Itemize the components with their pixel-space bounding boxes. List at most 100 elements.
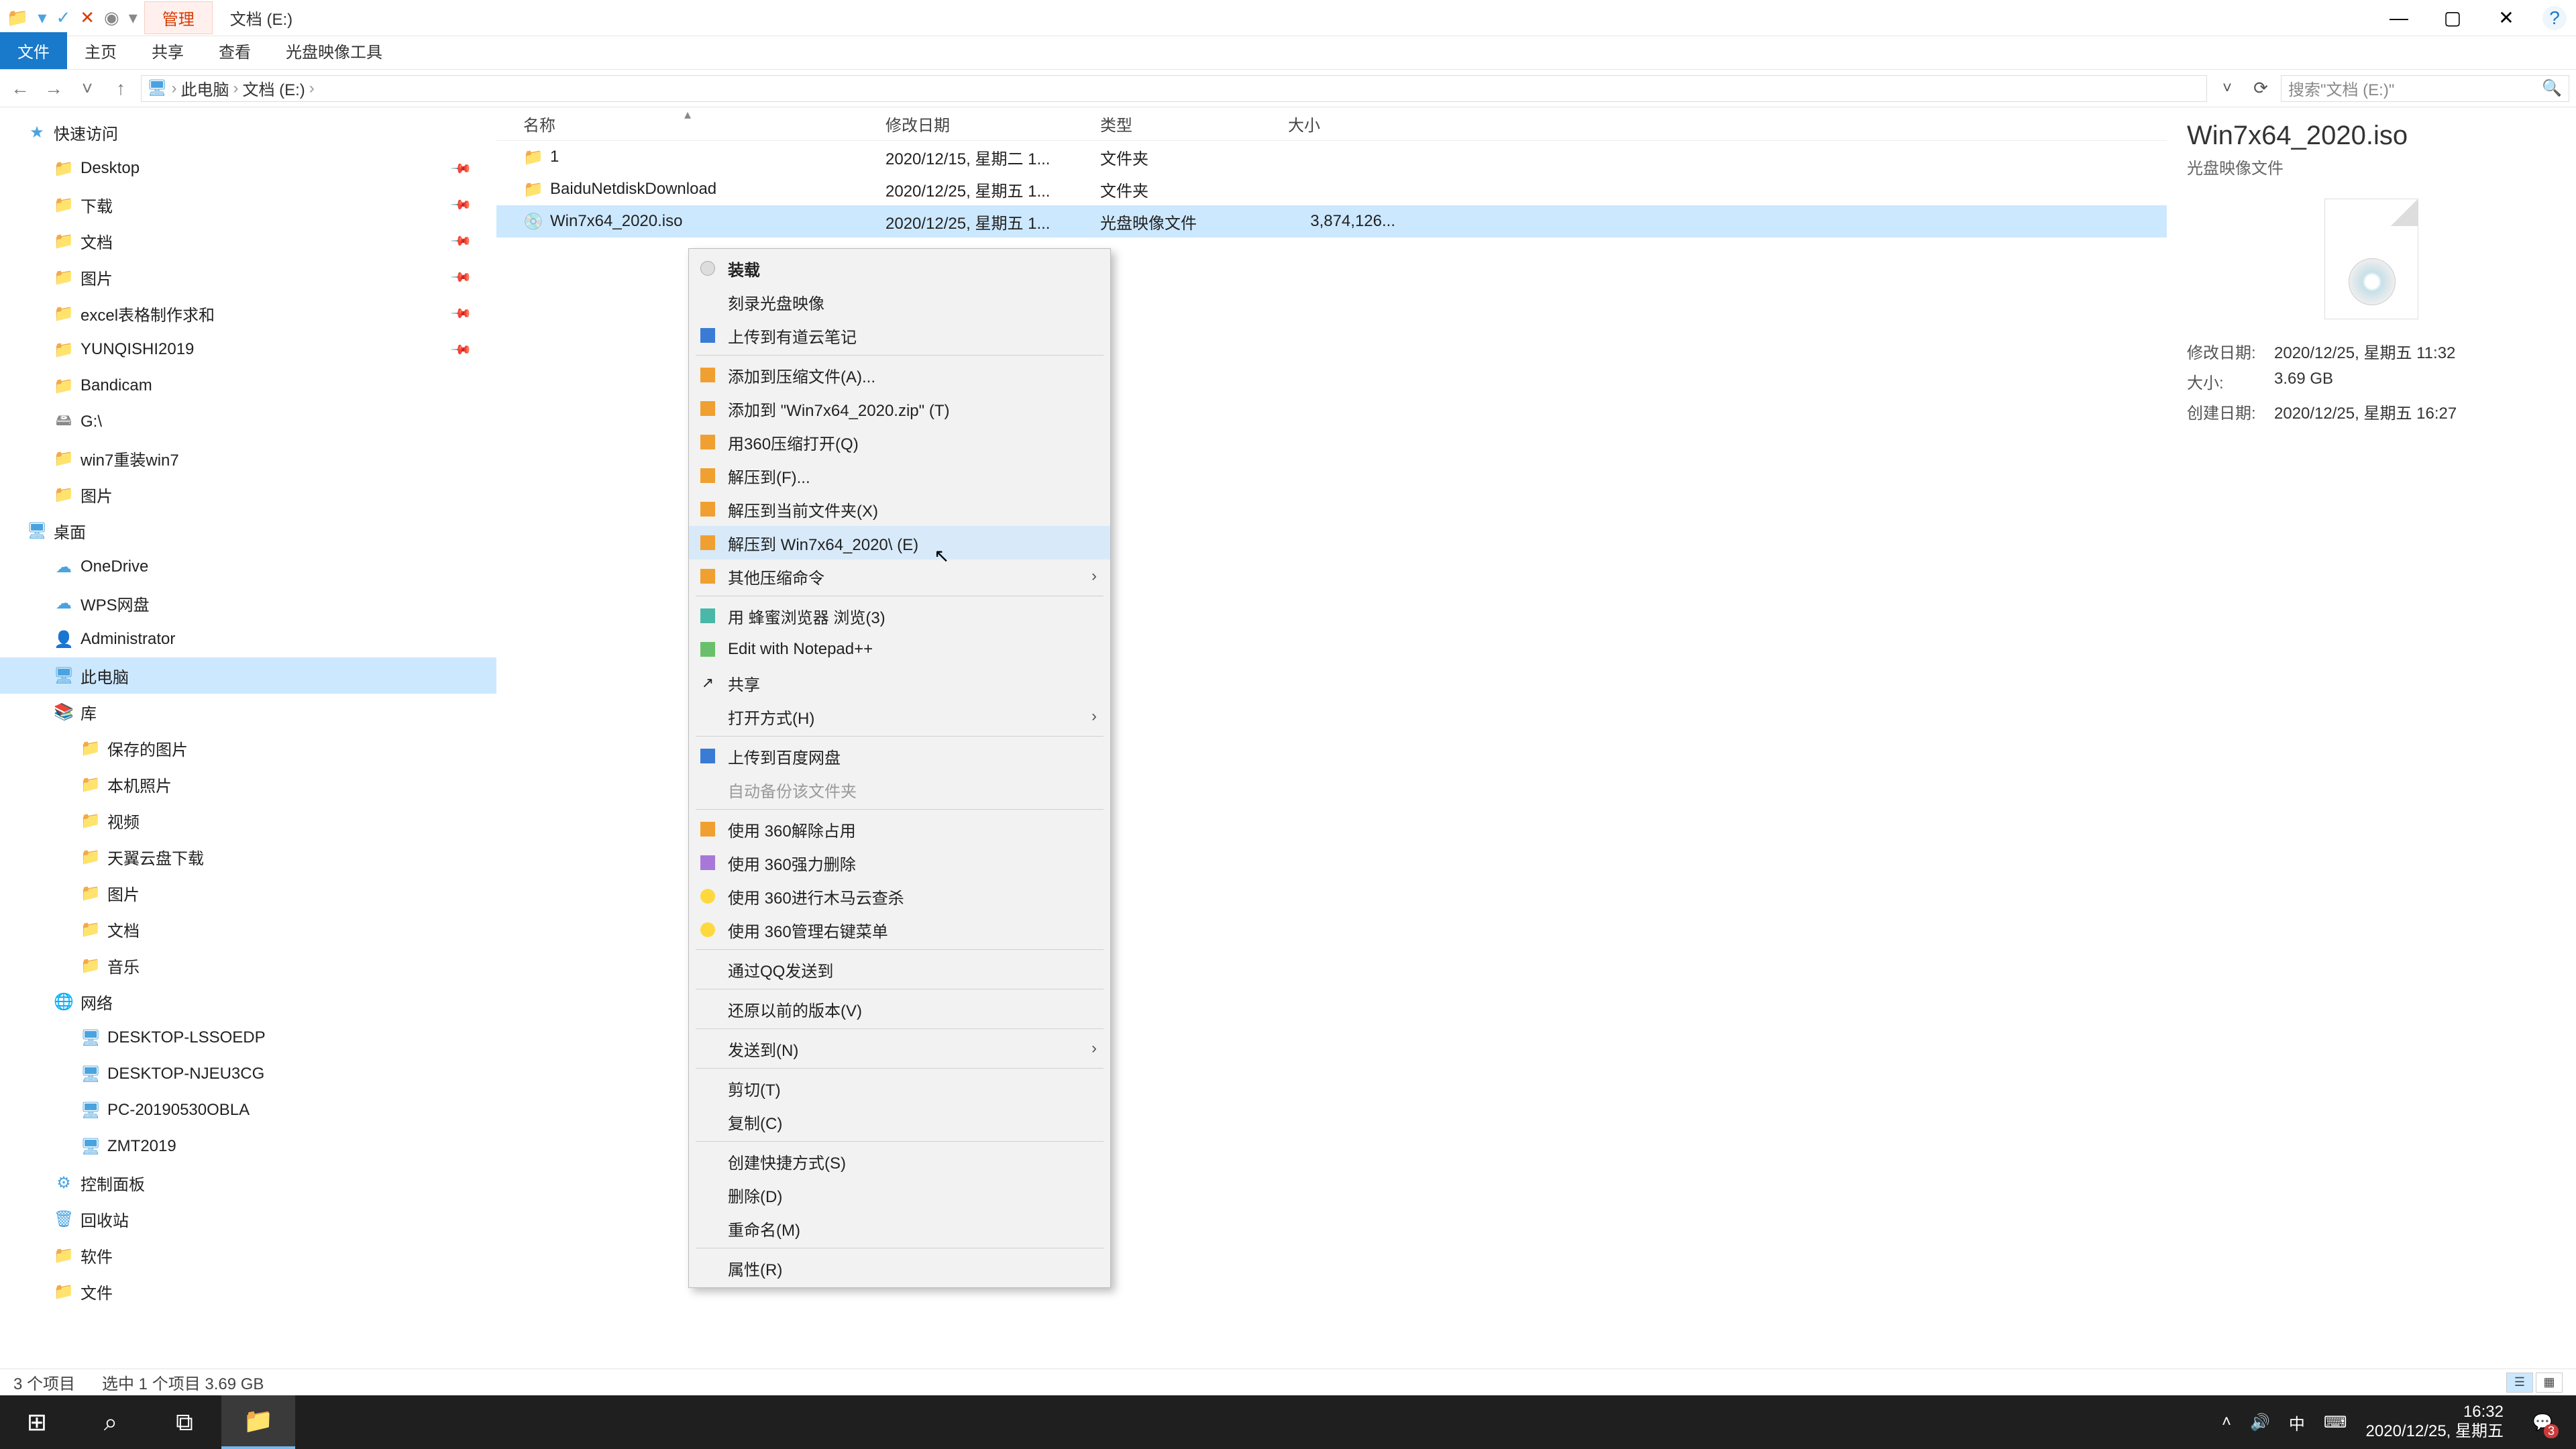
tree-item[interactable]: 📁文件 <box>0 1273 496 1309</box>
breadcrumb[interactable]: 🖥 › 此电脑 › 文档 (E:) › <box>141 75 2207 102</box>
file-row[interactable]: 💿Win7x64_2020.iso2020/12/25, 星期五 1...光盘映… <box>496 205 2167 237</box>
tree-item[interactable]: 📚库 <box>0 694 496 730</box>
col-size[interactable]: 大小 <box>1288 112 1409 136</box>
col-type[interactable]: 类型 <box>1100 112 1288 136</box>
tree-item[interactable]: 📁文档📌 <box>0 223 496 259</box>
context-menu-item[interactable]: 通过QQ发送到 <box>689 953 1110 986</box>
context-menu-item[interactable]: 添加到压缩文件(A)... <box>689 358 1110 392</box>
task-view-button[interactable]: ⧉ <box>148 1395 221 1449</box>
tray-ime[interactable]: 中 <box>2289 1411 2305 1434</box>
breadcrumb-this-pc[interactable]: 此电脑 <box>180 76 229 100</box>
context-menu-item[interactable]: 上传到百度网盘 <box>689 739 1110 773</box>
context-menu-item[interactable]: 解压到(F)... <box>689 459 1110 492</box>
context-menu-item[interactable]: 用360压缩打开(Q) <box>689 425 1110 459</box>
file-row[interactable]: 📁12020/12/15, 星期二 1...文件夹 <box>496 141 2167 173</box>
context-menu-item[interactable]: 使用 360管理右键菜单 <box>689 913 1110 947</box>
tray-chevron-icon[interactable]: ˄ <box>2222 1413 2231 1432</box>
tree-item[interactable]: 🖥ZMT2019 <box>0 1128 496 1165</box>
refresh-button[interactable]: ⟳ <box>2247 78 2274 99</box>
taskbar-explorer[interactable]: 📁 <box>221 1395 295 1449</box>
notifications-button[interactable]: 💬3 <box>2522 1402 2563 1442</box>
tree-item[interactable]: 📁excel表格制作求和📌 <box>0 295 496 331</box>
breadcrumb-dropdown-icon[interactable]: ˅ <box>2214 79 2241 98</box>
tree-item[interactable]: ⚙控制面板 <box>0 1165 496 1201</box>
tree-item[interactable]: 📁Bandicam <box>0 368 496 404</box>
tree-item[interactable]: ★快速访问 <box>0 114 496 150</box>
tree-item[interactable]: 🖥DESKTOP-LSSOEDP <box>0 1020 496 1056</box>
tree-item[interactable]: 🖥桌面 <box>0 513 496 549</box>
context-menu-item[interactable]: 创建快捷方式(S) <box>689 1144 1110 1178</box>
context-menu-item[interactable]: 上传到有道云笔记 <box>689 319 1110 352</box>
view-thumbnails-button[interactable]: ▦ <box>2536 1373 2563 1393</box>
minimize-button[interactable]: — <box>2372 0 2426 36</box>
tree-item[interactable]: 📁图片 <box>0 476 496 513</box>
taskbar-clock[interactable]: 16:32 2020/12/25, 星期五 <box>2366 1403 2504 1442</box>
context-menu-item[interactable]: 装载 <box>689 252 1110 285</box>
context-menu-item[interactable]: 解压到当前文件夹(X) <box>689 492 1110 526</box>
view-details-button[interactable]: ☰ <box>2506 1373 2533 1393</box>
tree-item[interactable]: 🖴G:\ <box>0 404 496 440</box>
search-button[interactable]: ⌕ <box>74 1395 148 1449</box>
tree-item[interactable]: 🗑回收站 <box>0 1201 496 1237</box>
tree-item[interactable]: ☁OneDrive <box>0 549 496 585</box>
tree-item[interactable]: 🖥PC-20190530OBLA <box>0 1092 496 1128</box>
context-menu-item[interactable]: 其他压缩命令› <box>689 559 1110 593</box>
tree-item[interactable]: 📁软件 <box>0 1237 496 1273</box>
context-menu-item[interactable]: 使用 360强力删除 <box>689 846 1110 879</box>
tray-volume-icon[interactable]: 🔊 <box>2250 1413 2270 1432</box>
taskbar[interactable]: ⊞ ⌕ ⧉ 📁 ˄ 🔊 中 ⌨ 16:32 2020/12/25, 星期五 💬3 <box>0 1395 2576 1449</box>
tree-item[interactable]: 📁win7重装win7 <box>0 440 496 476</box>
tab-disc-tools[interactable]: 光盘映像工具 <box>268 32 400 69</box>
tray-keyboard-icon[interactable]: ⌨ <box>2324 1413 2347 1432</box>
back-button[interactable]: ← <box>7 78 34 99</box>
tree-item[interactable]: 📁YUNQISHI2019📌 <box>0 331 496 368</box>
context-menu-item[interactable]: 删除(D) <box>689 1178 1110 1212</box>
context-menu-item[interactable]: 还原以前的版本(V) <box>689 992 1110 1026</box>
qat-x-icon[interactable]: ✕ <box>80 7 95 28</box>
context-menu-item[interactable]: 解压到 Win7x64_2020\ (E) <box>689 526 1110 559</box>
qat-disc-icon[interactable]: ◉ <box>104 7 119 28</box>
context-menu-item[interactable]: 属性(R) <box>689 1251 1110 1285</box>
tree-item[interactable]: 📁Desktop📌 <box>0 150 496 186</box>
tree-item[interactable]: 📁文档 <box>0 911 496 947</box>
tree-item[interactable]: 🖥DESKTOP-NJEU3CG <box>0 1056 496 1092</box>
context-menu-item[interactable]: 使用 360解除占用 <box>689 812 1110 846</box>
tree-item[interactable]: 👤Administrator <box>0 621 496 657</box>
search-input[interactable]: 搜索"文档 (E:)" 🔍 <box>2281 75 2569 102</box>
context-menu-item[interactable]: 添加到 "Win7x64_2020.zip" (T) <box>689 392 1110 425</box>
tab-home[interactable]: 主页 <box>67 32 134 69</box>
help-button[interactable]: ? <box>2542 6 2567 30</box>
context-menu-item[interactable]: 打开方式(H)› <box>689 700 1110 733</box>
tree-item[interactable]: 📁本机照片 <box>0 766 496 802</box>
context-menu-item[interactable]: 剪切(T) <box>689 1071 1110 1105</box>
tree-item[interactable]: ☁WPS网盘 <box>0 585 496 621</box>
tree-item[interactable]: 📁图片 <box>0 875 496 911</box>
system-tray[interactable]: ˄ 🔊 中 ⌨ 16:32 2020/12/25, 星期五 💬3 <box>2208 1402 2576 1442</box>
tree-item[interactable]: 🌐网络 <box>0 983 496 1020</box>
history-dropdown-icon[interactable]: ˅ <box>74 78 101 99</box>
context-menu[interactable]: 装载刻录光盘映像上传到有道云笔记添加到压缩文件(A)...添加到 "Win7x6… <box>688 248 1111 1288</box>
maximize-button[interactable]: ▢ <box>2426 0 2479 36</box>
breadcrumb-location[interactable]: 文档 (E:) <box>242 76 305 100</box>
tree-item[interactable]: 📁视频 <box>0 802 496 839</box>
tree-item[interactable]: 📁保存的图片 <box>0 730 496 766</box>
context-menu-item[interactable]: 使用 360进行木马云查杀 <box>689 879 1110 913</box>
context-menu-item[interactable]: ↗共享 <box>689 666 1110 700</box>
forward-button[interactable]: → <box>40 78 67 99</box>
close-button[interactable]: ✕ <box>2479 0 2533 36</box>
tree-item[interactable]: 📁天翼云盘下载 <box>0 839 496 875</box>
tree-item[interactable]: 🖥此电脑 <box>0 657 496 694</box>
file-list-header[interactable]: 名称 修改日期 类型 大小 <box>496 107 2167 141</box>
start-button[interactable]: ⊞ <box>0 1395 74 1449</box>
context-menu-item[interactable]: Edit with Notepad++ <box>689 633 1110 666</box>
qat-more-icon[interactable]: ▾ <box>129 7 138 28</box>
context-menu-item[interactable]: 刻录光盘映像 <box>689 285 1110 319</box>
tab-file[interactable]: 文件 <box>0 32 67 69</box>
qat-dropdown-icon[interactable]: ▾ <box>38 7 46 28</box>
context-menu-item[interactable]: 用 蜂蜜浏览器 浏览(3) <box>689 599 1110 633</box>
nav-tree[interactable]: ★快速访问📁Desktop📌📁下载📌📁文档📌📁图片📌📁excel表格制作求和📌📁… <box>0 107 496 1368</box>
tree-item[interactable]: 📁图片📌 <box>0 259 496 295</box>
tree-item[interactable]: 📁下载📌 <box>0 186 496 223</box>
tree-item[interactable]: 📁音乐 <box>0 947 496 983</box>
qat-check-icon[interactable]: ✓ <box>56 7 70 28</box>
